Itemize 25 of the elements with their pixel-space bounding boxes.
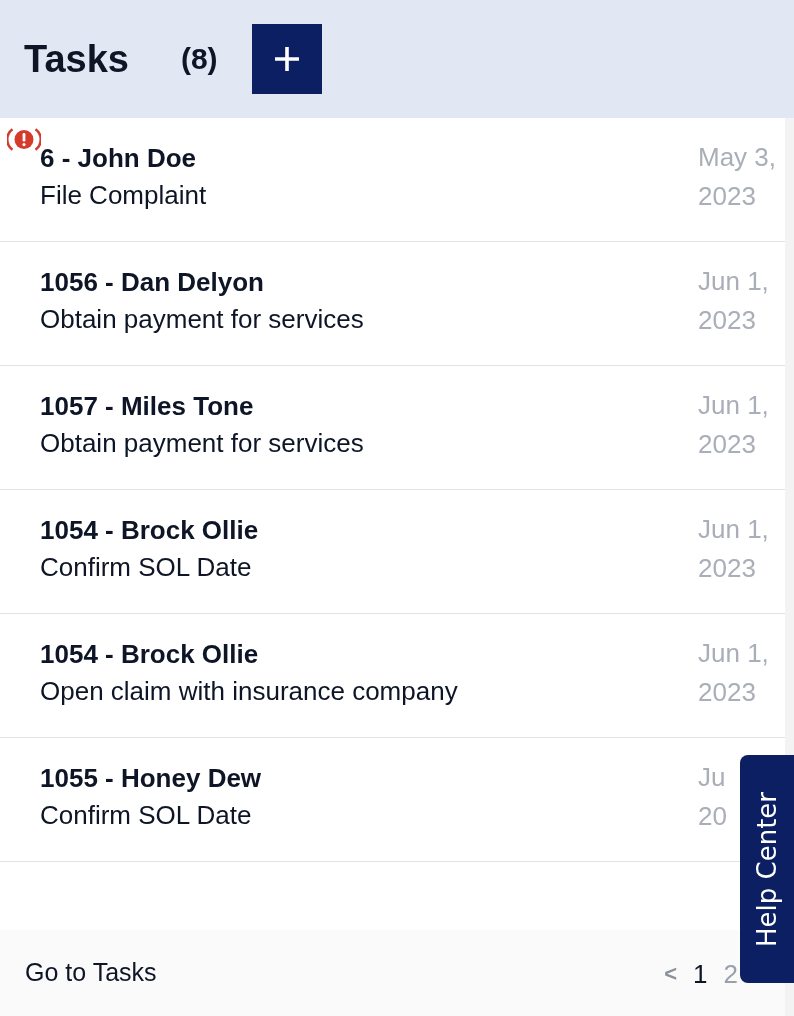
task-description: Confirm SOL Date	[40, 799, 252, 832]
task-date: Jun 1, 2023	[698, 513, 769, 585]
task-description: File Complaint	[40, 179, 207, 212]
task-date: Jun 1, 2023	[698, 637, 769, 709]
task-description: Obtain payment for services	[40, 303, 364, 336]
plus-icon	[274, 47, 299, 71]
go-to-tasks-link[interactable]: Go to Tasks	[25, 954, 157, 992]
page-title: Tasks	[24, 40, 129, 78]
task-title: 6 - John Doe	[40, 142, 196, 175]
task-date: Jun 1, 2023	[698, 389, 769, 461]
task-description: Open claim with insurance company	[40, 675, 458, 708]
task-description: Confirm SOL Date	[40, 551, 252, 584]
task-date: Jun 1, 2023	[698, 265, 769, 337]
page-button[interactable]: 1	[693, 961, 708, 987]
task-description: Obtain payment for services	[40, 427, 364, 460]
task-title: 1055 - Honey Dew	[40, 762, 262, 795]
task-date: Ju 20	[698, 761, 727, 833]
help-center-button[interactable]: Help Center	[740, 755, 794, 983]
task-title: 1054 - Brock Ollie	[40, 638, 259, 671]
add-button[interactable]	[251, 24, 322, 94]
task-title: 1056 - Dan Delyon	[40, 266, 264, 299]
task-count: (8)	[180, 44, 218, 74]
task-title: 1057 - Miles Tone	[40, 390, 254, 423]
task-date: May 3, 2023	[698, 141, 777, 213]
task-title: 1054 - Brock Ollie	[40, 514, 259, 547]
